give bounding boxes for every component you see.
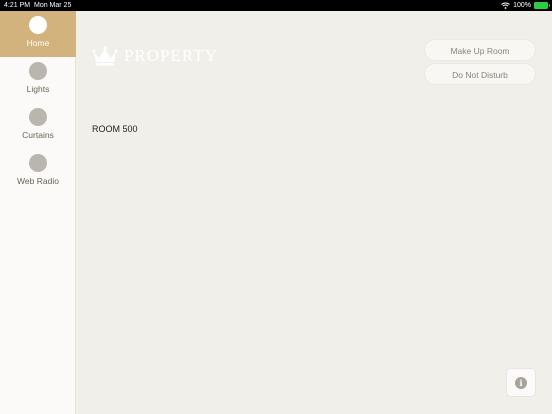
status-date: Mon Mar 25 bbox=[34, 2, 72, 9]
sidebar-item-label: Home bbox=[26, 38, 50, 48]
do-not-disturb-button[interactable]: Do Not Disturb bbox=[424, 63, 536, 85]
brand-name: PROPERTY bbox=[124, 46, 218, 65]
info-icon: i bbox=[515, 376, 527, 389]
sidebar: Home Lights Curtains Web Radio bbox=[0, 11, 76, 414]
battery-icon bbox=[534, 2, 550, 9]
lights-icon bbox=[29, 62, 47, 80]
curtains-icon bbox=[29, 108, 47, 126]
sidebar-item-curtains[interactable]: Curtains bbox=[0, 103, 76, 149]
status-time: 4:21 PM bbox=[4, 2, 31, 9]
sidebar-item-label: Curtains bbox=[22, 130, 54, 140]
status-right: 100% bbox=[501, 0, 550, 11]
web-radio-icon bbox=[29, 154, 47, 172]
sidebar-item-home[interactable]: Home bbox=[0, 11, 76, 57]
home-icon bbox=[29, 16, 47, 34]
sidebar-item-web-radio[interactable]: Web Radio bbox=[0, 149, 76, 195]
sidebar-item-lights[interactable]: Lights bbox=[0, 57, 76, 103]
status-bar: 4:21 PM Mon Mar 25 100% bbox=[0, 0, 552, 11]
crown-icon bbox=[92, 46, 118, 66]
make-up-room-button[interactable]: Make Up Room bbox=[424, 39, 536, 61]
sidebar-item-label: Lights bbox=[26, 84, 50, 94]
property-logo: PROPERTY bbox=[92, 46, 218, 66]
room-label: ROOM 500 bbox=[92, 124, 138, 134]
sidebar-item-label: Web Radio bbox=[17, 176, 59, 186]
wifi-icon bbox=[501, 2, 510, 9]
battery-percent: 100% bbox=[513, 2, 531, 9]
info-button[interactable]: i bbox=[506, 368, 536, 397]
